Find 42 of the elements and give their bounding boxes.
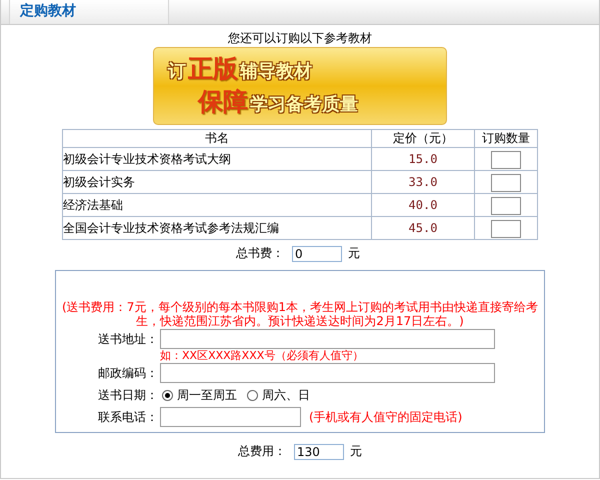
currency-unit: 元 xyxy=(350,443,362,460)
input-field[interactable] xyxy=(160,407,301,427)
input-field[interactable] xyxy=(160,329,495,349)
banner-text: 保障 xyxy=(198,87,248,117)
input-field[interactable] xyxy=(160,363,495,383)
field-label: 联系电话： xyxy=(97,409,158,426)
book-name-cell: 全国会计专业技术资格考试参考法规汇编 xyxy=(62,216,372,240)
field-label: 送书日期： xyxy=(97,387,158,404)
banner-text: 辅导教材 xyxy=(240,60,312,84)
banner-text: 学习备考质量 xyxy=(250,93,358,117)
total-field[interactable]: 130 xyxy=(294,444,344,460)
option-label: 周一至周五 xyxy=(177,386,237,404)
total-label: 总费用： xyxy=(238,443,286,460)
price-cell: 40.0 xyxy=(372,194,474,216)
currency-unit: 元 xyxy=(348,245,360,262)
page-title: 定购教材 xyxy=(20,3,76,19)
field-label: 邮政编码： xyxy=(97,365,158,382)
quantity-field[interactable] xyxy=(491,197,521,215)
column-header: 订购数量 xyxy=(474,130,538,148)
field-label: 送书地址： xyxy=(97,331,158,348)
radio-button[interactable] xyxy=(162,390,173,400)
banner-text: 正版 xyxy=(188,54,238,84)
field-hint: 如：XX区XXX路XXX号（必须有人值守） xyxy=(160,350,364,362)
quantity-field[interactable] xyxy=(491,220,521,238)
price-cell: 45.0 xyxy=(372,216,474,240)
book-name-cell: 初级会计专业技术资格考试大纲 xyxy=(62,148,372,170)
radio-button[interactable] xyxy=(247,390,258,400)
book-name-cell: 经济法基础 xyxy=(62,194,372,216)
total-label: 总书费： xyxy=(236,245,284,262)
price-cell: 33.0 xyxy=(372,170,474,194)
field-note: (手机或有人值守的固定电话) xyxy=(309,408,462,426)
option-label: 周六、日 xyxy=(262,386,310,404)
column-header: 书名 xyxy=(62,130,372,148)
shipping-notice: (送书费用：7元，每个级别的每本书限购1本，考生网上订购的考试用书由快递直接寄给考生，快递范围江苏省内。预计快递送达时间为2月17日左右。) xyxy=(61,300,539,328)
book-name-cell: 初级会计实务 xyxy=(62,170,372,194)
banner-text: 订 xyxy=(168,60,186,84)
column-header: 定价（元） xyxy=(372,130,474,148)
quantity-field[interactable] xyxy=(491,151,521,169)
intro-text: 您还可以订购以下参考教材 xyxy=(228,31,372,45)
price-cell: 15.0 xyxy=(372,148,474,170)
quantity-field[interactable] xyxy=(491,174,521,192)
total-field[interactable]: 0 xyxy=(292,246,342,262)
